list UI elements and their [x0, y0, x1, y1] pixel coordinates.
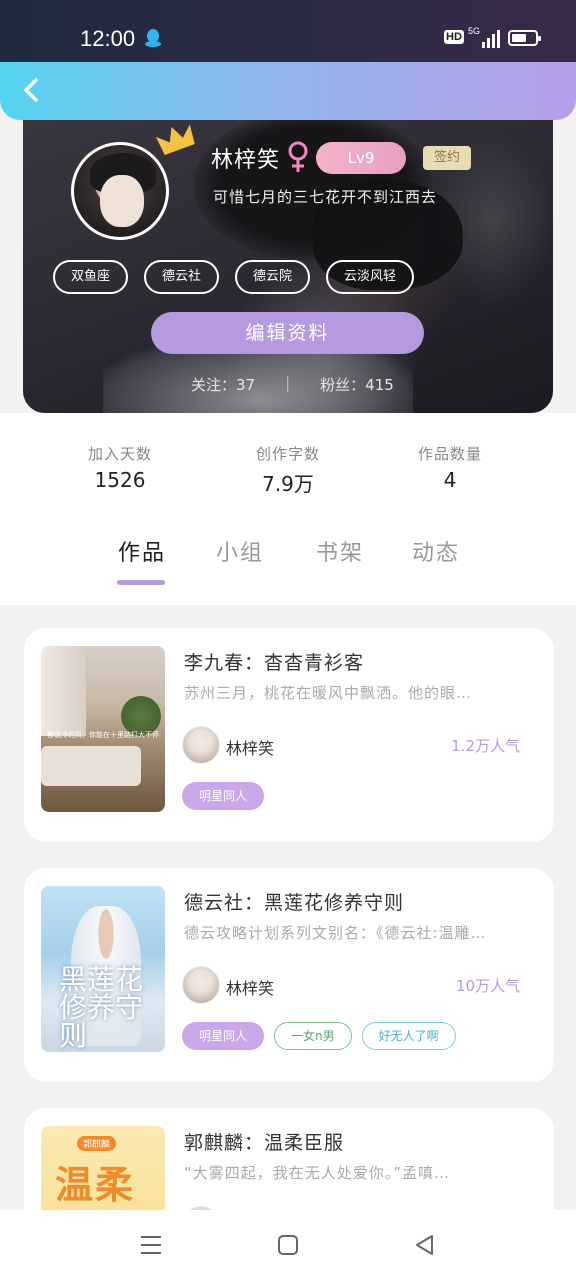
work-title: 郭麒麟：温柔臣服 [184, 1132, 345, 1154]
work-excerpt: 德云攻略计划系列文别名：《德云社:温雕… [184, 924, 487, 942]
tab-bookshelf[interactable]: 书架 [316, 535, 364, 567]
qq-notification-icon [145, 29, 161, 47]
profile-tag[interactable]: 德云社 [144, 260, 220, 294]
tab-works[interactable]: 作品 [118, 535, 166, 567]
profile-tag[interactable]: 德云院 [235, 260, 311, 294]
back-arrow-icon[interactable] [16, 74, 48, 106]
stat-value: 4 [443, 468, 457, 492]
profile-tags: 双鱼座 德云社 德云院 云淡风轻 [53, 260, 415, 294]
female-gender-icon [288, 141, 308, 172]
work-tags: 明星同人 [182, 782, 265, 810]
hd-badge: HD [444, 30, 464, 44]
tab-activity[interactable]: 动态 [412, 535, 460, 567]
system-navigation-bar [0, 1210, 576, 1280]
stat-label: 创作字数 [255, 445, 320, 463]
work-tag[interactable]: 好无人了啊 [361, 1022, 456, 1050]
following-count[interactable]: 关注：37 [191, 374, 255, 395]
book-cover: 都说冷的风，你能在十里路打大不停 [41, 646, 165, 812]
followers-count[interactable]: 粉丝：415 [320, 374, 394, 395]
cover-title-art: 温柔 [55, 1162, 136, 1207]
work-title: 德云社：黑莲花修养守则 [184, 892, 405, 914]
stat-label: 作品数量 [417, 445, 482, 463]
status-time: 12:00 [80, 26, 136, 51]
profile-tag[interactable]: 双鱼座 [53, 260, 129, 294]
top-nav-bar [0, 62, 576, 120]
follow-stats: 关注：37 | 粉丝：415 [191, 374, 394, 395]
active-tab-indicator [117, 580, 165, 585]
work-tag[interactable]: 一女n男 [274, 1022, 352, 1050]
signed-author-badge: 签约 [423, 146, 471, 170]
edit-profile-button[interactable]: 编辑资料 [151, 312, 424, 354]
author-name: 林梓笑 [226, 979, 275, 998]
work-tag[interactable]: 明星同人 [182, 782, 265, 810]
author-avatar [182, 966, 220, 1004]
work-excerpt: 苏州三月，桃花在暖风中飘洒。他的眼… [184, 684, 473, 702]
stat-word-count: 创作字数 7.9万 [218, 443, 358, 497]
username: 林梓笑 [211, 148, 281, 173]
stat-join-days: 加入天数 1526 [50, 443, 190, 492]
cover-caption: 都说冷的风，你能在十里路打大不停 [47, 731, 159, 739]
home-icon[interactable] [275, 1232, 301, 1258]
popularity-count: 1.2万人气 [451, 737, 520, 755]
stat-works-count: 作品数量 4 [380, 443, 520, 492]
cover-badge: 郭麒麟 [77, 1136, 117, 1151]
work-title: 李九春：杳杳青衫客 [184, 652, 365, 674]
status-bar: 12:00 HD 5G [0, 0, 576, 62]
level-badge: Lv9 [316, 142, 406, 174]
author-avatar [182, 726, 220, 764]
network-type: 5G [468, 26, 481, 36]
back-triangle-icon[interactable] [412, 1232, 438, 1258]
book-cover: 黑莲花修养守则 [41, 886, 165, 1052]
signal-icon: 5G [468, 26, 500, 48]
battery-icon [508, 30, 541, 46]
stat-value: 1526 [94, 468, 146, 492]
author-name: 林梓笑 [226, 739, 275, 758]
work-tags: 明星同人 一女n男 好无人了啊 [182, 1022, 456, 1050]
work-card[interactable]: 黑莲花修养守则 德云社：黑莲花修养守则 德云攻略计划系列文别名：《德云社:温雕…… [24, 868, 554, 1082]
crown-icon [155, 124, 195, 155]
stats-card: 加入天数 1526 创作字数 7.9万 作品数量 4 [46, 413, 530, 523]
tab-groups[interactable]: 小组 [216, 535, 264, 567]
popularity-count: 10万人气 [455, 977, 520, 995]
divider: | [285, 374, 291, 392]
menu-icon[interactable] [138, 1232, 164, 1258]
stat-label: 加入天数 [87, 445, 152, 463]
stat-value: 7.9万 [262, 472, 314, 496]
cover-title-art: 黑莲花修养守则 [59, 963, 144, 1052]
work-excerpt: “大雾四起，我在无人处爱你。”孟嗔… [184, 1164, 451, 1182]
work-card[interactable]: 都说冷的风，你能在十里路打大不停 李九春：杳杳青衫客 苏州三月，桃花在暖风中飘洒… [24, 628, 554, 842]
profile-bio: 可惜七月的三七花开不到江西去 [213, 188, 438, 206]
content-tab-bar: 作品 小组 书架 动态 [0, 535, 576, 595]
work-tag[interactable]: 明星同人 [182, 1022, 265, 1050]
profile-tag[interactable]: 云淡风轻 [326, 260, 415, 294]
profile-header-card: 林梓笑 Lv9 签约 可惜七月的三七花开不到江西去 双鱼座 德云社 德云院 云淡… [23, 100, 553, 413]
